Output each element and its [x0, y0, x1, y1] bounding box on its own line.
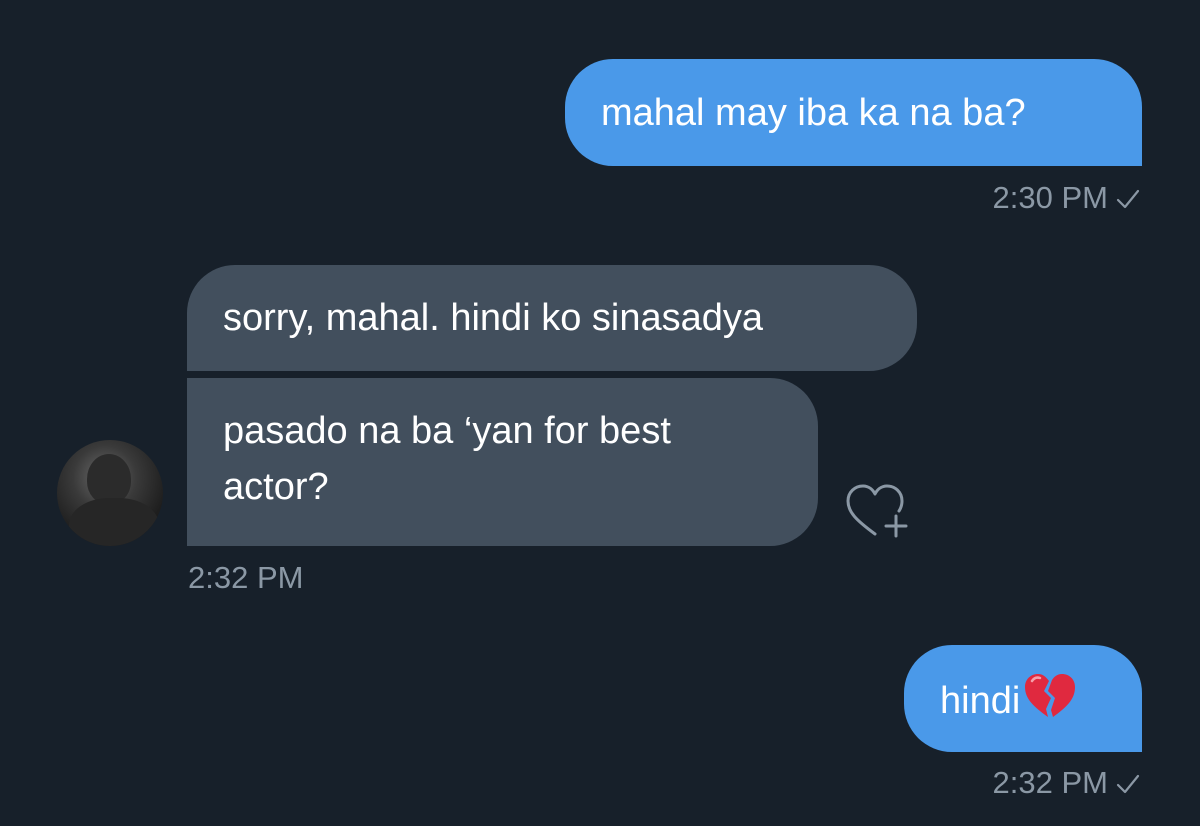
- timestamp-text: 2:32 PM: [992, 765, 1108, 800]
- avatar[interactable]: [57, 440, 163, 546]
- message-bubble-outgoing[interactable]: hindi: [904, 645, 1142, 752]
- checkmark-icon: [1116, 767, 1140, 803]
- checkmark-icon: [1116, 182, 1140, 218]
- message-text: sorry, mahal. hindi ko sinasadya: [223, 297, 763, 339]
- timestamp-text: 2:30 PM: [992, 180, 1108, 215]
- message-text: hindi: [940, 680, 1021, 722]
- message-bubble-incoming[interactable]: pasado na ba ‘yan for best actor?: [187, 378, 818, 546]
- message-timestamp: 2:30 PM: [993, 180, 1140, 218]
- heart-plus-icon[interactable]: [842, 480, 912, 544]
- broken-heart-icon: [1022, 671, 1078, 737]
- timestamp-text: 2:32 PM: [188, 560, 304, 595]
- message-text: mahal may iba ka na ba?: [601, 92, 1026, 134]
- message-bubble-outgoing[interactable]: mahal may iba ka na ba?: [565, 59, 1142, 166]
- message-timestamp: 2:32 PM: [993, 765, 1140, 803]
- conversation-view: mahal may iba ka na ba? 2:30 PM sorry, m…: [0, 0, 1200, 826]
- message-text-line: pasado na ba ‘yan for best: [223, 410, 671, 452]
- message-bubble-incoming[interactable]: sorry, mahal. hindi ko sinasadya: [187, 265, 917, 371]
- message-text-line: actor?: [223, 466, 329, 508]
- message-timestamp: 2:32 PM: [188, 560, 303, 596]
